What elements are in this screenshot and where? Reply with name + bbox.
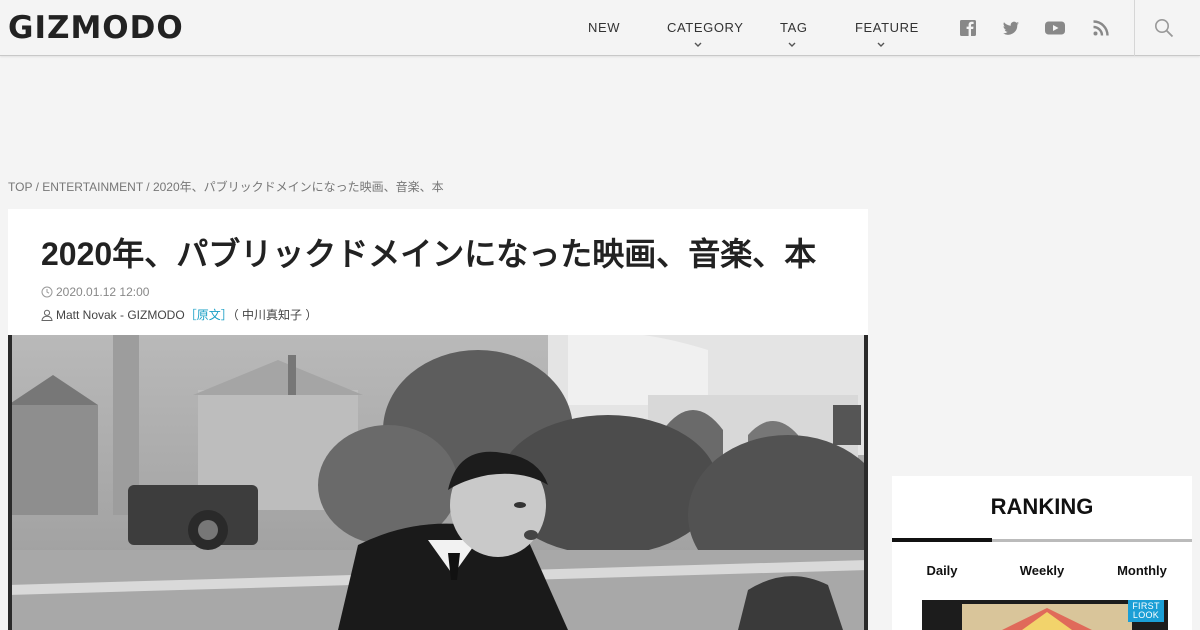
facebook-icon[interactable] (958, 18, 978, 38)
chevron-down-icon (877, 42, 885, 47)
tab-weekly[interactable]: Weekly (992, 563, 1092, 578)
nav-feature[interactable]: FEATURE (855, 20, 919, 35)
date-text: 2020.01.12 12:00 (56, 285, 150, 299)
tab-daily[interactable]: Daily (892, 563, 992, 578)
translator-name: （ 中川真知子 ） (232, 308, 318, 322)
nav-category[interactable]: CATEGORY (667, 20, 744, 35)
breadcrumb-top[interactable]: TOP (8, 180, 32, 194)
breadcrumb-current: 2020年、パブリックドメインになった映画、音楽、本 (152, 180, 444, 194)
article-date: 2020.01.12 12:00 (41, 285, 149, 299)
author-name: Matt Novak - GIZMODO (56, 308, 185, 322)
film-still-image (8, 335, 868, 630)
person-icon (41, 309, 53, 321)
tab-monthly[interactable]: Monthly (1092, 563, 1192, 578)
article-hero-image (8, 335, 868, 630)
chevron-down-icon (694, 42, 702, 47)
clock-icon (41, 286, 53, 298)
nav-tag[interactable]: TAG (780, 20, 808, 35)
breadcrumb: TOP / ENTERTAINMENT / 2020年、パブリックドメインになっ… (8, 180, 444, 194)
breadcrumb-separator: / (32, 180, 43, 194)
first-look-badge: FIRST LOOK (1128, 600, 1164, 622)
youtube-icon[interactable] (1044, 18, 1066, 38)
site-logo[interactable]: GIZMODO (8, 9, 184, 47)
original-article-link[interactable]: ［原文］ (185, 308, 233, 322)
ranking-tab-active-indicator (892, 538, 992, 542)
search-icon (1155, 19, 1174, 38)
chevron-down-icon (788, 42, 796, 47)
search-button[interactable] (1134, 0, 1200, 56)
breadcrumb-separator: / (142, 180, 153, 194)
ranking-title: RANKING (990, 494, 1094, 519)
article-title: 2020年、パブリックドメインになった映画、音楽、本 (41, 236, 817, 272)
breadcrumb-entertainment[interactable]: ENTERTAINMENT (42, 180, 143, 194)
site-header: GIZMODO NEW CATEGORY TAG FEATURE (0, 0, 1200, 56)
article-author-line: Matt Novak - GIZMODO［原文］（ 中川真知子 ） (41, 308, 317, 322)
ranking-widget: RANKING Daily Weekly Monthly FIRST LOOK (892, 476, 1192, 630)
ranking-item-thumbnail[interactable]: FIRST LOOK (922, 600, 1168, 630)
nav-new[interactable]: NEW (588, 20, 620, 35)
twitter-icon[interactable] (1001, 18, 1021, 38)
rss-icon[interactable] (1091, 18, 1111, 38)
